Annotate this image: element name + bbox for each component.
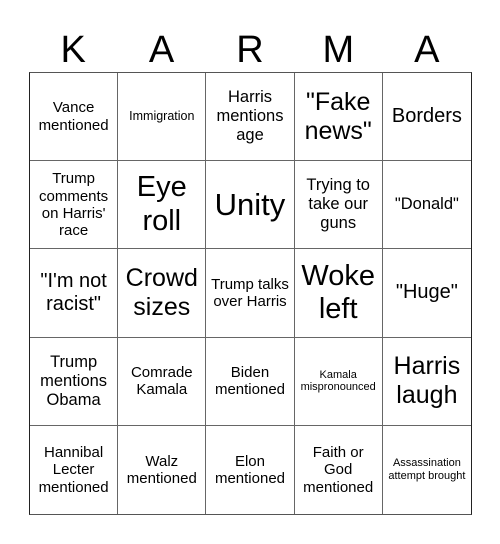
header-letter: A [148, 29, 175, 71]
bingo-cell[interactable]: Trump comments on Harris' race [30, 161, 119, 250]
bingo-cell[interactable]: Kamala mispronounced [294, 337, 383, 426]
bingo-cell[interactable]: Crowd sizes [118, 249, 207, 338]
bingo-cell[interactable]: "I'm not racist" [30, 249, 119, 338]
bingo-cell[interactable]: Assassination attempt brought [383, 426, 471, 514]
bingo-cell[interactable]: Trump talks over Harris [206, 249, 295, 338]
bingo-cell[interactable]: Elon mentioned [206, 425, 295, 514]
bingo-cell[interactable]: Harris mentions age [206, 73, 295, 162]
bingo-cell[interactable]: Vance mentioned [30, 73, 119, 162]
header-letter: M [322, 29, 355, 71]
bingo-cell[interactable]: "Donald" [382, 161, 471, 250]
bingo-cell[interactable]: Eye roll [118, 161, 207, 250]
bingo-cell[interactable]: Walz mentioned [118, 425, 207, 514]
bingo-cell[interactable]: Faith or God mentioned [295, 425, 383, 514]
bingo-cell[interactable]: Immigration [118, 73, 207, 162]
bingo-cell[interactable]: "Huge" [382, 249, 471, 338]
header-letter: K [60, 29, 86, 71]
bingo-cell[interactable]: Harris laugh [382, 338, 471, 426]
bingo-cell[interactable]: Hannibal Lecter mentioned [30, 425, 119, 514]
bingo-cell[interactable]: Borders [382, 73, 471, 162]
bingo-cell[interactable]: Unity [206, 161, 295, 250]
bingo-cell[interactable]: Biden mentioned [206, 337, 295, 426]
bingo-cell[interactable]: Woke left [294, 249, 383, 338]
bingo-cell[interactable]: Trying to take our guns [294, 161, 383, 250]
bingo-grid: Vance mentioned Immigration Harris menti… [29, 72, 472, 515]
bingo-header: K A R M A [29, 28, 471, 72]
header-letter: A [414, 29, 440, 71]
header-letter: R [236, 29, 264, 71]
bingo-cell[interactable]: Comrade Kamala [118, 337, 207, 426]
bingo-cell[interactable]: Trump mentions Obama [30, 337, 119, 426]
bingo-cell[interactable]: "Fake news" [294, 73, 383, 162]
